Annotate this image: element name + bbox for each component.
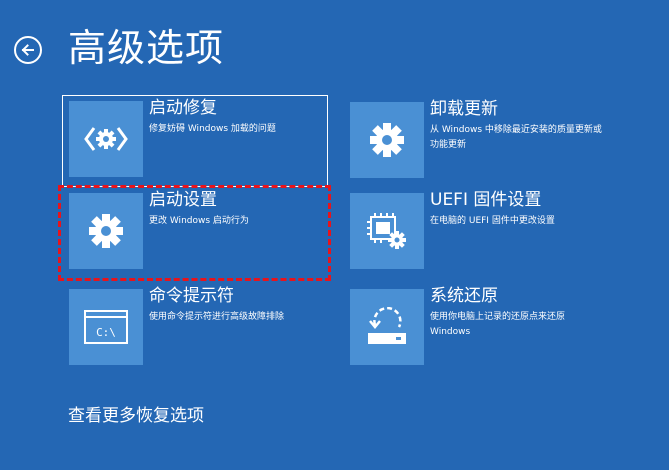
startup-repair-icon-box [69, 101, 143, 177]
uefi-settings-tile[interactable]: UEFI 固件设置 在电脑的 UEFI 固件中更改设置 [343, 187, 609, 279]
command-prompt-icon-box: C:\ [69, 289, 143, 365]
startup-settings-tile[interactable]: 启动设置 更改 Windows 启动行为 [62, 187, 328, 279]
tile-title: 启动设置 [149, 190, 217, 210]
uninstall-updates-tile[interactable]: 卸载更新 从 Windows 中移除最近安装的质量更新或功能更新 [343, 96, 609, 188]
back-button[interactable] [14, 36, 42, 64]
command-prompt-tile[interactable]: C:\ 命令提示符 使用命令提示符进行高级故障排除 [62, 283, 328, 375]
tile-desc: 使用你电脑上记录的还原点来还原 Windows [430, 312, 566, 337]
tile-desc: 修复妨碍 Windows 加载的问题 [149, 124, 276, 134]
tile-title: 命令提示符 [149, 286, 234, 306]
tile-desc: 使用命令提示符进行高级故障排除 [149, 312, 285, 322]
more-recovery-options-link[interactable]: 查看更多恢复选项 [68, 404, 204, 428]
tile-desc: 从 Windows 中移除最近安装的质量更新或功能更新 [430, 125, 602, 150]
startup-settings-icon-box [69, 193, 143, 269]
tile-desc: 更改 Windows 启动行为 [149, 216, 249, 226]
command-prompt-icon-text: C:\ [96, 326, 116, 339]
tile-title: 卸载更新 [430, 99, 498, 119]
system-restore-icon [368, 307, 406, 344]
uninstall-updates-icon-box [350, 102, 424, 178]
tile-desc: 在电脑的 UEFI 固件中更改设置 [430, 216, 555, 226]
back-arrow-icon [21, 44, 34, 56]
gear-icon [89, 214, 123, 248]
system-restore-icon-box [350, 289, 424, 365]
system-restore-tile[interactable]: 系统还原 使用你电脑上记录的还原点来还原 Windows [343, 283, 609, 375]
page-title: 高级选项 [68, 26, 225, 70]
command-prompt-icon: C:\ [84, 310, 128, 344]
uefi-settings-icon-box [350, 193, 424, 269]
startup-repair-tile[interactable]: 启动修复 修复妨碍 Windows 加载的问题 [62, 95, 328, 187]
tile-title: UEFI 固件设置 [430, 190, 542, 210]
tile-title: 系统还原 [430, 286, 498, 306]
firmware-chip-icon [367, 213, 406, 249]
tile-title: 启动修复 [149, 98, 217, 118]
gear-icon [370, 123, 404, 157]
startup-repair-icon [84, 127, 128, 151]
